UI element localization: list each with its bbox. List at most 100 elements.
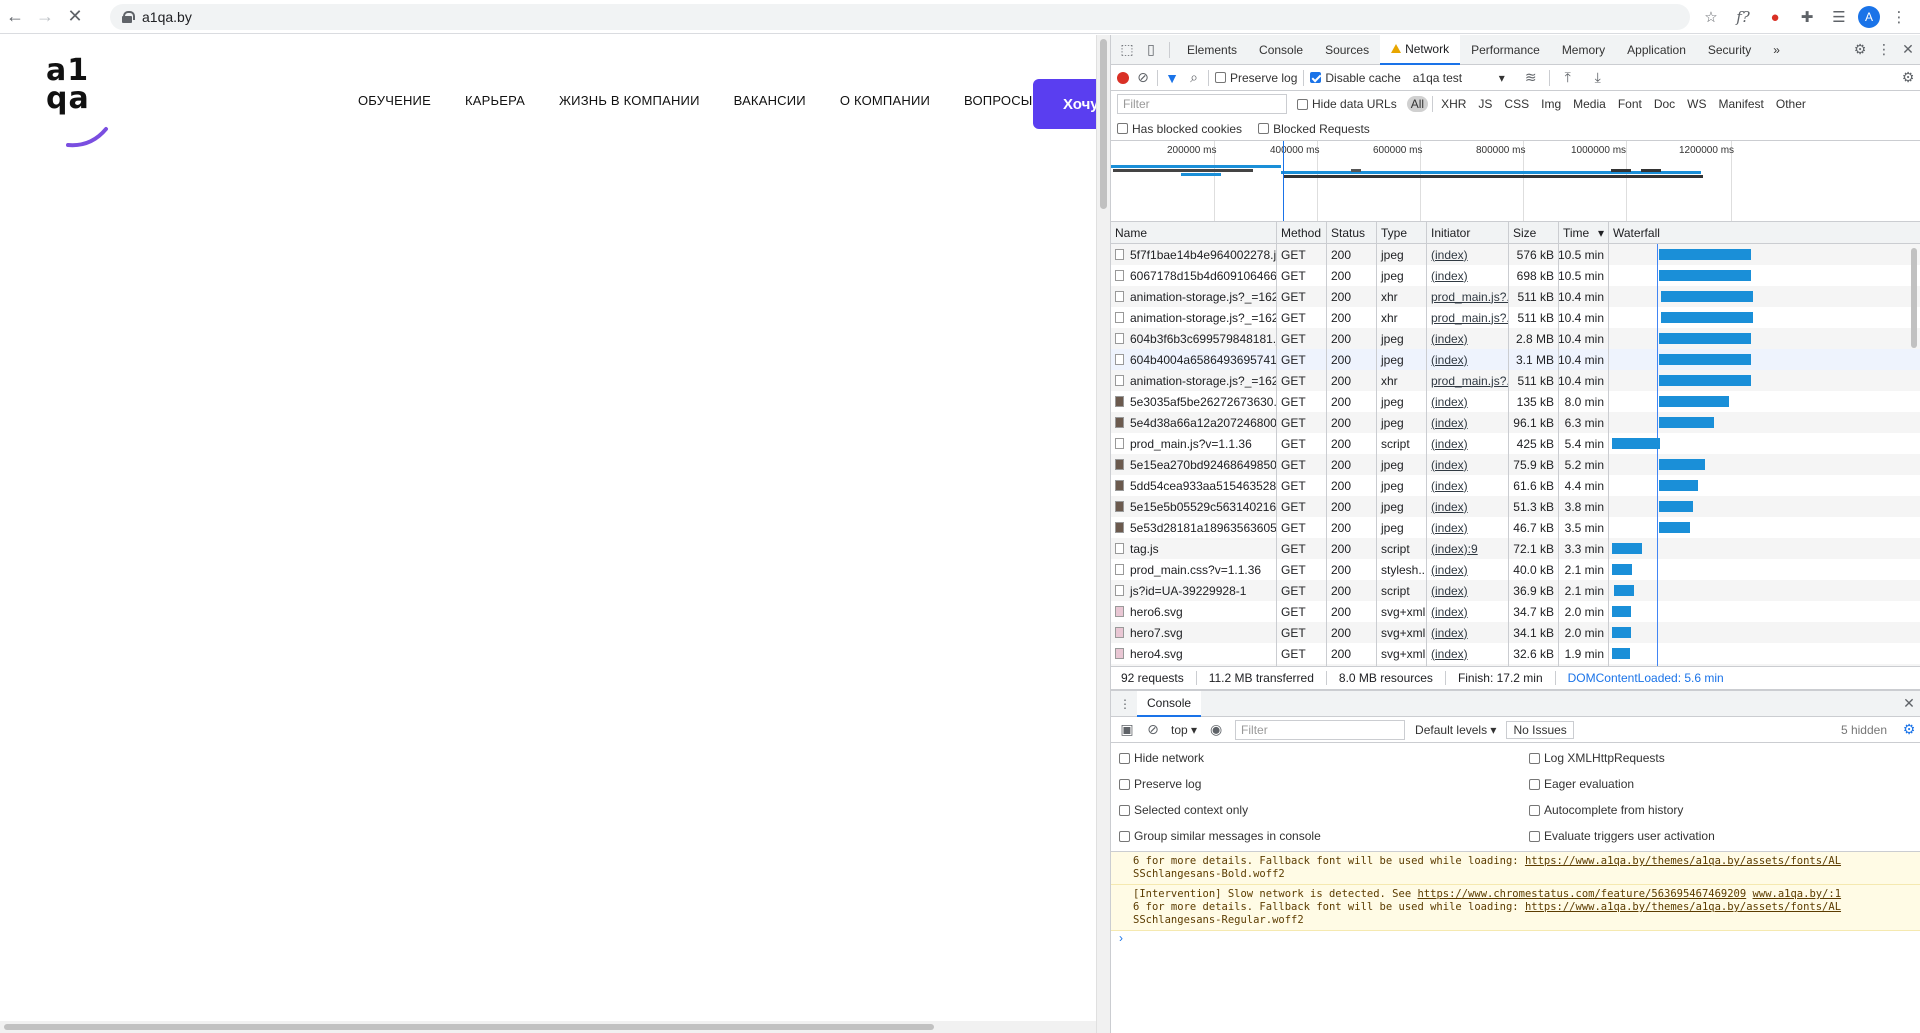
drawer-tab-console[interactable]: Console: [1137, 690, 1202, 717]
cell-initiator[interactable]: prod_main.js?...: [1427, 286, 1509, 307]
type-filter-media[interactable]: Media: [1569, 96, 1610, 112]
msg-source-link[interactable]: www.a1qa.by/:1: [1753, 888, 1842, 900]
context-select[interactable]: top ▾: [1171, 723, 1197, 737]
devtools-menu-icon[interactable]: ⋮: [1872, 38, 1896, 62]
tab-sources[interactable]: Sources: [1314, 35, 1380, 65]
cell-initiator-text[interactable]: (index): [1431, 458, 1468, 472]
import-har-icon[interactable]: ⤒: [1556, 66, 1580, 90]
type-filter-doc[interactable]: Doc: [1650, 96, 1679, 112]
site-logo[interactable]: a1 qa: [46, 56, 116, 149]
column-header-method[interactable]: Method: [1277, 222, 1327, 243]
cell-initiator-text[interactable]: (index): [1431, 563, 1468, 577]
cell-initiator-text[interactable]: (index): [1431, 521, 1468, 535]
cell-initiator[interactable]: (index): [1427, 244, 1509, 265]
table-row[interactable]: animation-storage.js?_=1626... GET 200 xhr p…: [1111, 286, 1920, 307]
forward-icon[interactable]: →: [30, 2, 60, 32]
cell-initiator[interactable]: (index): [1427, 328, 1509, 349]
tab-application[interactable]: Application: [1616, 35, 1697, 65]
evaluate-triggers-checkbox[interactable]: Evaluate triggers user activation: [1529, 825, 1920, 847]
table-row[interactable]: 5e3035af5be26272673630.jpg GET 200 jpeg (ind…: [1111, 391, 1920, 412]
checkbox-box[interactable]: [1117, 123, 1128, 134]
table-row[interactable]: animation-storage.js?_=1626... GET 200 xhr p…: [1111, 370, 1920, 391]
table-row[interactable]: hero7.svg GET 200 svg+xml (index) 34.1 kB 2.0 …: [1111, 622, 1920, 643]
cell-initiator-text[interactable]: prod_main.js?...: [1431, 311, 1508, 325]
tab-network[interactable]: Network: [1380, 34, 1461, 65]
settings-gear-icon[interactable]: ⚙: [1848, 38, 1872, 62]
table-row[interactable]: hero6.svg GET 200 svg+xml (index) 34.7 kB 2.0 …: [1111, 601, 1920, 622]
type-filter-other[interactable]: Other: [1772, 96, 1810, 112]
cta-button[interactable]: Хочу: [1033, 79, 1096, 129]
cell-initiator[interactable]: (index): [1427, 475, 1509, 496]
checkbox-box[interactable]: [1529, 804, 1540, 816]
back-icon[interactable]: ←: [0, 2, 30, 32]
extensions-puzzle-icon[interactable]: ✚: [1794, 4, 1820, 30]
cell-initiator-text[interactable]: (index):9: [1431, 542, 1478, 556]
profile-avatar[interactable]: A: [1858, 6, 1880, 28]
search-icon[interactable]: ⌕: [1186, 66, 1202, 90]
scrollbar-thumb[interactable]: [1100, 39, 1107, 209]
nav-item-company-life[interactable]: ЖИЗНЬ В КОМПАНИИ: [559, 93, 700, 108]
tab-performance[interactable]: Performance: [1460, 35, 1551, 65]
nav-item-vacancies[interactable]: ВАКАНСИИ: [734, 93, 806, 108]
device-toolbar-icon[interactable]: ▯: [1139, 38, 1163, 62]
column-header-time[interactable]: Time ▾: [1559, 222, 1609, 243]
cell-initiator-text[interactable]: (index): [1431, 647, 1468, 661]
live-expression-eye-icon[interactable]: ◉: [1207, 718, 1225, 742]
nav-item-training[interactable]: ОБУЧЕНИЕ: [358, 93, 431, 108]
autocomplete-history-checkbox[interactable]: Autocomplete from history: [1529, 799, 1920, 821]
cell-initiator-text[interactable]: prod_main.js?...: [1431, 374, 1508, 388]
issues-button[interactable]: No Issues: [1506, 720, 1574, 739]
cell-initiator[interactable]: (index): [1427, 601, 1509, 622]
cell-initiator[interactable]: (index): [1427, 265, 1509, 286]
close-drawer-icon[interactable]: ✕: [1897, 692, 1920, 716]
cell-initiator-text[interactable]: (index): [1431, 248, 1468, 262]
clear-console-icon[interactable]: ⊘: [1145, 718, 1161, 742]
clear-icon[interactable]: ⊘: [1135, 66, 1151, 90]
site-horizontal-scrollbar[interactable]: [0, 1021, 1096, 1033]
tab-elements[interactable]: Elements: [1176, 35, 1248, 65]
url-text[interactable]: a1qa.by: [142, 9, 192, 25]
network-settings-icon[interactable]: ⚙: [1896, 66, 1920, 90]
column-header-size[interactable]: Size: [1509, 222, 1559, 243]
table-row[interactable]: 5e15e5b05529c563140216.jpg GET 200 jpeg (ind…: [1111, 496, 1920, 517]
cell-initiator-text[interactable]: (index): [1431, 584, 1468, 598]
checkbox-box[interactable]: [1529, 830, 1540, 842]
msg-link[interactable]: https://www.a1qa.by/themes/a1qa.by/asset…: [1525, 855, 1841, 867]
type-filter-xhr[interactable]: XHR: [1437, 96, 1470, 112]
checkbox-box[interactable]: [1215, 72, 1226, 83]
console-settings-icon[interactable]: ⚙: [1897, 718, 1920, 742]
checkbox-box[interactable]: [1529, 778, 1540, 790]
throttle-select[interactable]: a1qa test ▾: [1413, 71, 1505, 85]
inspect-element-icon[interactable]: ⬚: [1115, 38, 1139, 62]
table-row[interactable]: 5e53d28181a18963563605.jpg GET 200 jpeg (ind…: [1111, 517, 1920, 538]
type-filter-font[interactable]: Font: [1614, 96, 1646, 112]
cell-initiator-text[interactable]: (index): [1431, 605, 1468, 619]
cell-initiator[interactable]: (index): [1427, 559, 1509, 580]
eager-evaluation-checkbox[interactable]: Eager evaluation: [1529, 773, 1920, 795]
cell-initiator-text[interactable]: (index): [1431, 353, 1468, 367]
type-filter-css[interactable]: CSS: [1500, 96, 1533, 112]
console-sidebar-icon[interactable]: ▣: [1119, 718, 1135, 742]
nav-item-career[interactable]: КАРЬЕРА: [465, 93, 525, 108]
address-bar[interactable]: a1qa.by: [110, 4, 1690, 30]
tab-security[interactable]: Security: [1697, 35, 1762, 65]
checkbox-box[interactable]: [1119, 830, 1130, 842]
column-header-name[interactable]: Name: [1111, 222, 1277, 243]
table-row[interactable]: 6067178d15b4d609106466.jpg GET 200 jpeg (ind…: [1111, 265, 1920, 286]
cell-initiator[interactable]: (index): [1427, 349, 1509, 370]
disable-cache-checkbox[interactable]: Disable cache: [1310, 71, 1401, 85]
stop-loading-icon[interactable]: ✕: [60, 2, 90, 32]
cell-initiator[interactable]: (index): [1427, 391, 1509, 412]
column-header-type[interactable]: Type: [1377, 222, 1427, 243]
blocked-requests-checkbox[interactable]: Blocked Requests: [1258, 122, 1370, 136]
type-filter-manifest[interactable]: Manifest: [1715, 96, 1768, 112]
nav-item-about[interactable]: О КОМПАНИИ: [840, 93, 930, 108]
log-levels-select[interactable]: Default levels ▾: [1415, 723, 1496, 737]
tab-memory[interactable]: Memory: [1551, 35, 1616, 65]
filter-funnel-icon[interactable]: ▼: [1164, 66, 1180, 90]
extension-fontface-icon[interactable]: f?: [1730, 4, 1756, 30]
preserve-log-checkbox[interactable]: Preserve log: [1215, 71, 1297, 85]
checkbox-box[interactable]: [1119, 752, 1130, 764]
nav-item-questions[interactable]: ВОПРОСЫ: [964, 93, 1033, 108]
lock-icon[interactable]: [122, 11, 135, 23]
